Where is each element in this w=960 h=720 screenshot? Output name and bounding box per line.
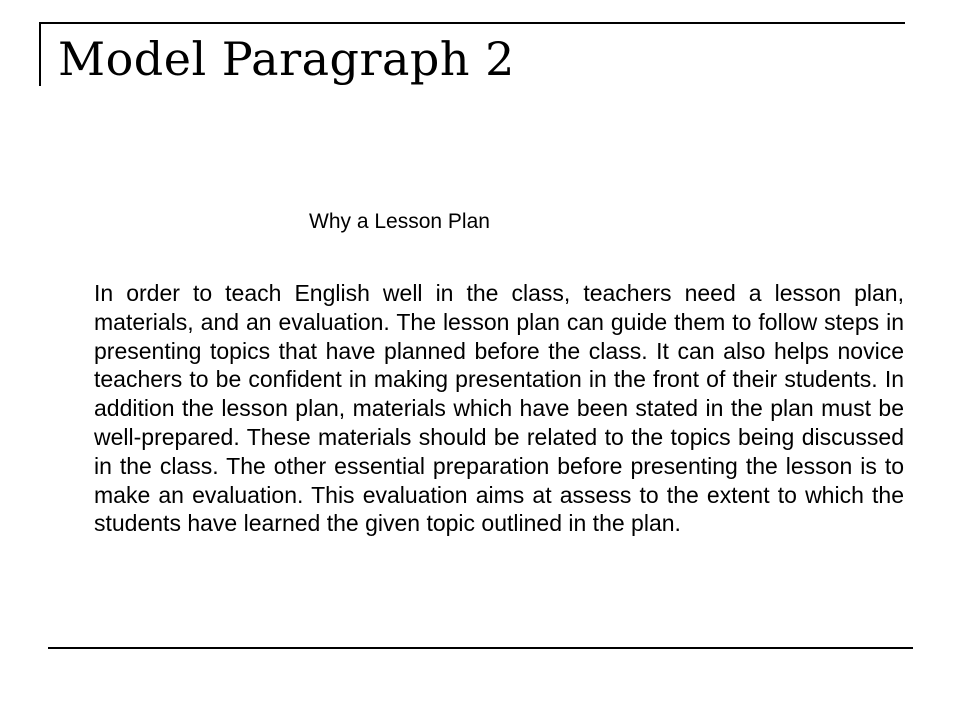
frame-top-rule [39,22,905,24]
paragraph-heading: Why a Lesson Plan [309,210,490,233]
slide-title: Model Paragraph 2 [58,32,515,86]
paragraph-body: In order to teach English well in the cl… [94,280,904,537]
bottom-rule [48,647,913,649]
frame-left-rule [39,22,41,86]
